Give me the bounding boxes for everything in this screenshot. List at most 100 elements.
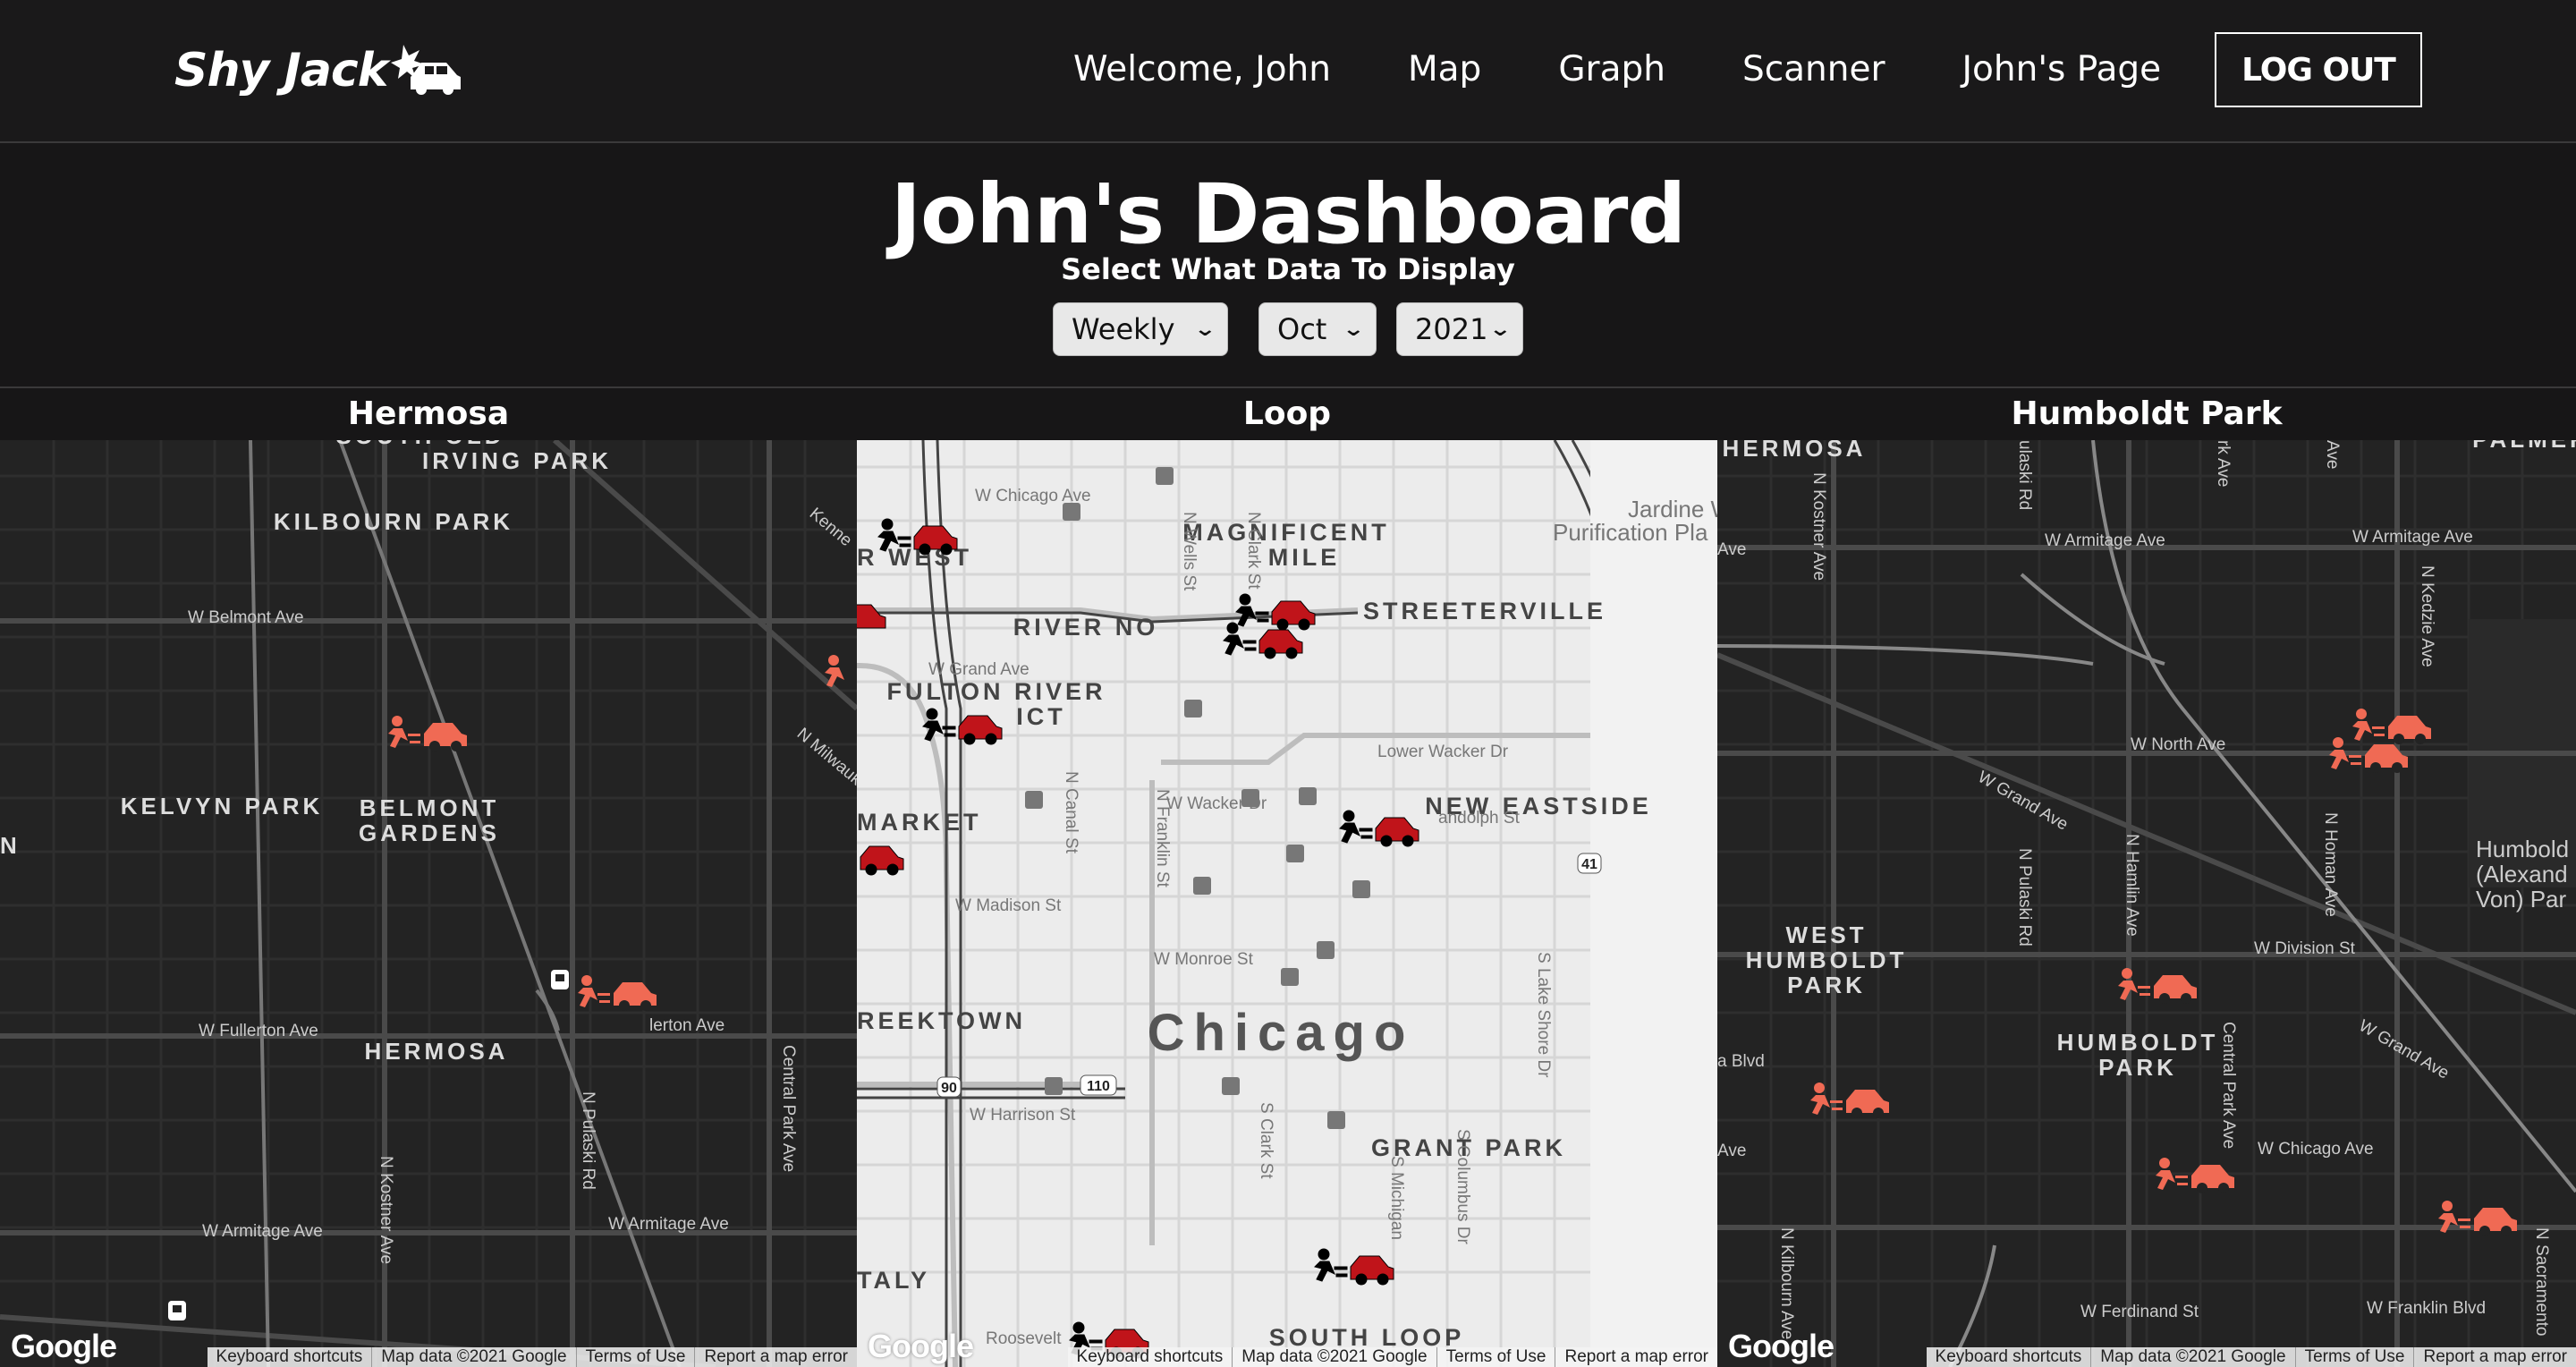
month-select[interactable]: Oct ⌄ [1258,302,1377,356]
chevron-down-icon: ⌄ [1192,318,1216,341]
map-attribution: Keyboard shortcuts Map data ©2021 Google… [1926,1347,2576,1367]
period-select-value: Weekly [1072,312,1175,346]
brand-name: Shy Jack [174,44,388,98]
street-label: N Clark St [1244,512,1263,590]
street-label: Lower Wacker Dr [1377,743,1509,761]
street-label: W Monroe St [1154,950,1254,969]
street-label: S Clark St [1257,1102,1275,1179]
poi-label: (Alexand [2476,861,2568,887]
street-label: Central Park Ave [2219,1022,2238,1149]
period-select[interactable]: Weekly ⌄ [1053,302,1228,356]
area-label: N [0,832,21,859]
map-data-text: Map data ©2021 Google [1233,1347,1437,1367]
page-subtitle: Select What Data To Display [1061,252,1515,286]
street-label: N Kostner Ave [377,1156,395,1264]
area-label: ICT [1016,703,1066,730]
keyboard-shortcuts-link[interactable]: Keyboard shortcuts [208,1347,373,1367]
map-canvas[interactable]: SOUTH OLD IRVING PARK KILBOURN PARK KELV… [0,440,857,1367]
street-label: a Blvd [1717,1052,1765,1071]
area-label: PARK [1787,972,1866,998]
crashed-car-icon [391,45,462,95]
map-panel-humboldt-park: Humboldt Park HERMOSA WEST HUMBOLDT PARK… [1717,388,2576,1367]
street-label: N Pulaski Rd [579,1091,597,1190]
svg-text:41: 41 [1581,857,1597,872]
month-select-value: Oct [1277,312,1327,346]
street-label: W Armitage Ave [608,1215,729,1234]
map-canvas[interactable]: HERMOSA PALMER WEST HUMBOLDT PARK HUMBOL… [1717,440,2576,1367]
street-label: N Homan Ave [2321,812,2340,917]
street-label: ulaski Rd [2015,440,2034,510]
map-canvas[interactable]: MAGNIFICENT MILE STREETERVILLE RIVER NO … [857,440,1717,1367]
area-label: IRVING PARK [422,447,612,474]
google-logo: Google [868,1328,974,1364]
logout-button[interactable]: LOG OUT [2215,32,2422,107]
street-label: N Kedzie Ave [2418,565,2436,667]
area-label: REEKTOWN [857,1007,1026,1034]
report-error-link[interactable]: Report a map error [1555,1347,1717,1367]
street-label: Ave [2323,440,2342,469]
street-label: S Lake Shore Dr [1534,952,1553,1078]
street-label: W Grand Ave [928,660,1030,679]
keyboard-shortcuts-link[interactable]: Keyboard shortcuts [1068,1347,1233,1367]
area-label: KILBOURN PARK [274,508,513,535]
street-label: N Kilbourn Ave [1777,1227,1796,1339]
street-label: N Canal St [1062,771,1080,854]
terms-link[interactable]: Terms of Use [577,1347,696,1367]
area-label: TALY [857,1267,930,1294]
area-label: FULTON RIVER [886,678,1106,705]
report-error-link[interactable]: Report a map error [695,1347,857,1367]
street-label: W Chicago Ave [975,487,1091,505]
street-label: W Armitage Ave [2352,528,2473,547]
nav-scanner[interactable]: Scanner [1742,49,1885,89]
report-error-link[interactable]: Report a map error [2414,1347,2576,1367]
area-label: PALMER [2472,440,2576,453]
google-logo: Google [1728,1328,1835,1364]
area-label: HUMBOLDT [2057,1029,2219,1056]
nav-map[interactable]: Map [1408,49,1481,89]
street-label: S Columbus Dr [1453,1129,1472,1244]
chevron-down-icon: ⌄ [1487,318,1512,341]
terms-link[interactable]: Terms of Use [1437,1347,1556,1367]
street-label: lerton Ave [649,1016,724,1035]
nav-graph[interactable]: Graph [1558,49,1665,89]
year-select-value: 2021 [1415,312,1488,346]
street-label: N Hamlin Ave [2123,834,2141,937]
area-label: MARKET [857,809,982,836]
map-title: Loop [857,388,1717,440]
street-label: rk Ave [2214,440,2233,487]
street-label: N Kostner Ave [1809,472,1828,581]
area-label: BELMONT [360,794,500,821]
map-title: Humboldt Park [1717,388,2576,440]
brand-logo[interactable]: Shy Jack [174,39,462,102]
street-label: Ave [1717,540,1746,559]
street-label: Ave [1717,1142,1746,1160]
map-title: Hermosa [0,388,857,440]
welcome-text: Welcome, John [1073,48,1331,89]
area-label: MAGNIFICENT [1182,519,1389,546]
area-label: HERMOSA [1723,440,1867,462]
street-label: W Division St [2254,939,2356,958]
street-label: W Chicago Ave [2258,1140,2374,1159]
street-label: andolph St [1438,809,1521,828]
street-label: Roosevelt [986,1329,1062,1348]
map-data-text: Map data ©2021 Google [2091,1347,2296,1367]
street-label: N Wells St [1180,512,1199,591]
street-label: W Madison St [955,896,1062,915]
nav-johns-page[interactable]: John's Page [1962,49,2162,89]
svg-text:110: 110 [1087,1079,1110,1094]
street-label: W Ferdinand St [2080,1303,2199,1321]
nav-links: Welcome, John Map Graph Scanner John's P… [1073,39,2238,98]
street-label: W North Ave [2131,735,2225,754]
keyboard-shortcuts-link[interactable]: Keyboard shortcuts [1927,1347,2092,1367]
street-label: N Sacramento [2532,1227,2551,1336]
page-title: John's Dashboard [890,166,1686,262]
google-logo: Google [11,1328,117,1364]
area-label: HERMOSA [365,1038,509,1065]
street-label: W Franklin Blvd [2367,1299,2486,1318]
year-select[interactable]: 2021 ⌄ [1396,302,1523,356]
terms-link[interactable]: Terms of Use [2296,1347,2415,1367]
map-panel-loop: Loop MAGNIFICENT MILE STREETERVILLE RIVE… [857,388,1717,1367]
street-label: Central Park Ave [779,1045,798,1172]
street-label: W Harrison St [970,1106,1076,1125]
street-label: N Pulaski Rd [2015,848,2034,947]
